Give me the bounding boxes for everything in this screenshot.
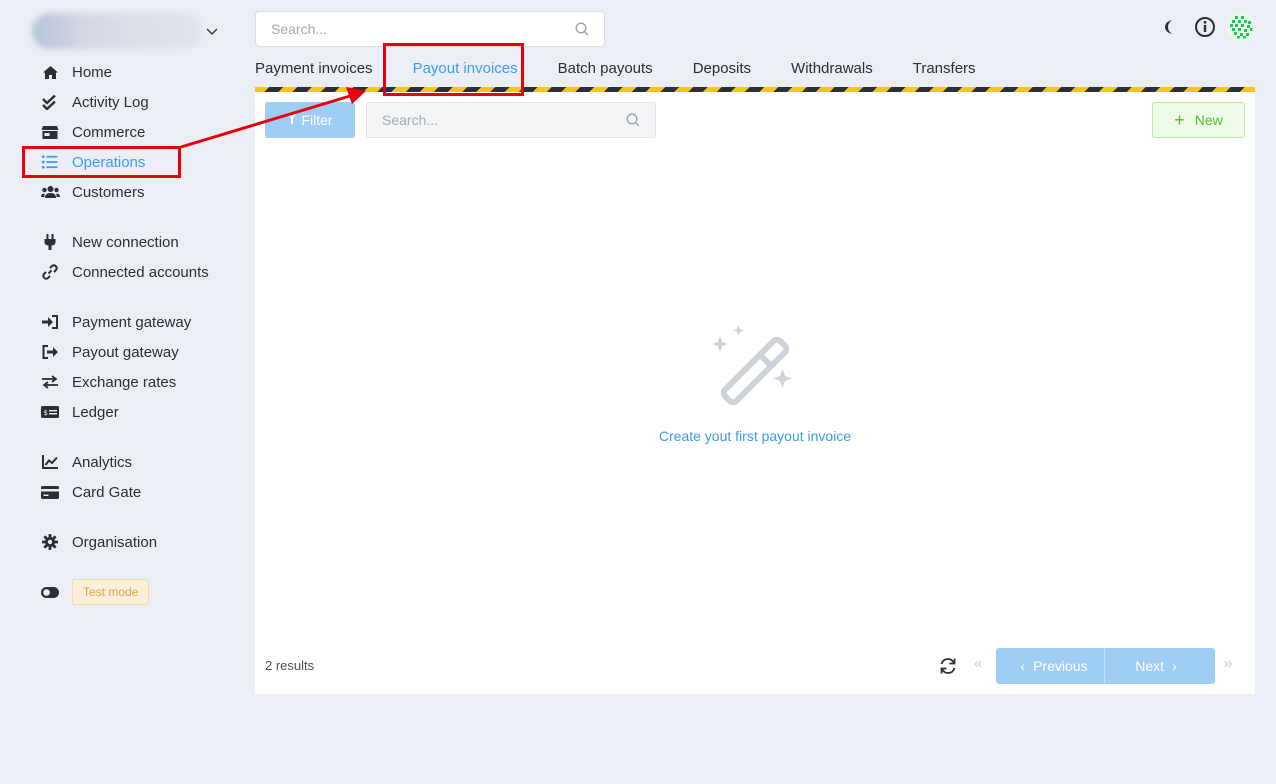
sidebar-item-label: Connected accounts bbox=[72, 263, 209, 281]
pagination: ‹ Previous Next › bbox=[996, 648, 1215, 684]
sidebar-item-organisation[interactable]: Organisation bbox=[40, 527, 157, 557]
tab-payout-invoices[interactable]: Payout invoices bbox=[410, 56, 520, 90]
operations-tabs: Payment invoices Payout invoices Batch p… bbox=[255, 56, 976, 90]
search-icon bbox=[626, 113, 640, 127]
gear-icon bbox=[40, 532, 60, 552]
sidebar-item-customers[interactable]: Customers bbox=[40, 177, 145, 207]
sidebar-item-payment-gateway[interactable]: Payment gateway bbox=[40, 307, 191, 337]
tab-payment-invoices[interactable]: Payment invoices bbox=[255, 56, 373, 88]
sidebar-item-label: Payout gateway bbox=[72, 343, 179, 361]
sidebar-item-card-gate[interactable]: Card Gate bbox=[40, 477, 141, 507]
tab-batch-payouts[interactable]: Batch payouts bbox=[558, 56, 653, 88]
filter-button[interactable]: Filter bbox=[265, 102, 355, 138]
empty-state: Create yout first payout invoice bbox=[255, 324, 1255, 446]
plus-icon: + bbox=[1174, 110, 1185, 130]
list-icon bbox=[40, 152, 60, 172]
new-button[interactable]: + New bbox=[1152, 102, 1245, 138]
sidebar-item-payout-gateway[interactable]: Payout gateway bbox=[40, 337, 179, 367]
plug-icon bbox=[40, 232, 60, 252]
svg-text:$: $ bbox=[44, 409, 48, 417]
sidebar-item-label: Commerce bbox=[72, 123, 146, 141]
sidebar-item-commerce[interactable]: Commerce bbox=[40, 117, 145, 147]
sidebar-item-analytics[interactable]: Analytics bbox=[40, 447, 132, 477]
exchange-icon bbox=[40, 372, 60, 392]
sidebar-item-label: Exchange rates bbox=[72, 373, 177, 391]
home-icon bbox=[40, 62, 60, 82]
tab-deposits[interactable]: Deposits bbox=[693, 56, 751, 88]
sidebar-item-label: Payment gateway bbox=[72, 313, 192, 331]
first-page-icon[interactable]: « bbox=[974, 655, 982, 672]
top-right-icons bbox=[1158, 12, 1256, 42]
account-switcher[interactable] bbox=[32, 12, 222, 50]
last-page-icon[interactable]: » bbox=[1224, 655, 1232, 672]
account-name-blurred bbox=[32, 13, 202, 49]
test-mode-toggle[interactable]: Test mode bbox=[40, 575, 150, 609]
double-check-icon bbox=[40, 92, 60, 112]
magic-wand-icon bbox=[712, 325, 792, 406]
sidebar-item-label: Operations bbox=[72, 153, 146, 171]
next-label: Next bbox=[1135, 658, 1165, 674]
credit-card-icon bbox=[40, 482, 60, 502]
chevron-down-icon bbox=[206, 28, 218, 36]
create-payout-invoice-link[interactable]: Create yout first payout invoice bbox=[659, 428, 851, 444]
sidebar-item-label: New connection bbox=[72, 233, 179, 251]
chart-line-icon bbox=[40, 452, 60, 472]
tab-withdrawals[interactable]: Withdrawals bbox=[791, 56, 873, 88]
tab-transfers[interactable]: Transfers bbox=[913, 56, 976, 88]
moon-icon[interactable] bbox=[1158, 16, 1180, 38]
sidebar-item-label: Home bbox=[72, 63, 113, 81]
sidebar-item-exchange-rates[interactable]: Exchange rates bbox=[40, 367, 176, 397]
sidebar-item-label: Analytics bbox=[72, 453, 133, 471]
chevron-right-icon: › bbox=[1172, 658, 1177, 674]
store-icon bbox=[40, 122, 60, 142]
sidebar-item-connected-accounts[interactable]: Connected accounts bbox=[40, 257, 209, 287]
users-icon bbox=[40, 182, 60, 202]
previous-label: Previous bbox=[1033, 658, 1088, 674]
avatar[interactable] bbox=[1226, 12, 1256, 42]
info-icon[interactable] bbox=[1194, 16, 1216, 38]
previous-page-button[interactable]: ‹ Previous bbox=[996, 648, 1105, 684]
sidebar-item-label: Activity Log bbox=[72, 93, 149, 111]
sidebar-item-ledger[interactable]: $ Ledger bbox=[40, 397, 119, 427]
sign-in-icon bbox=[40, 312, 60, 332]
panel-search[interactable] bbox=[366, 102, 656, 138]
chevron-left-icon: ‹ bbox=[1020, 658, 1026, 674]
toggle-icon bbox=[40, 582, 60, 602]
sidebar-item-label: Card Gate bbox=[72, 483, 142, 501]
link-icon bbox=[40, 262, 60, 282]
sign-out-icon bbox=[40, 342, 60, 362]
next-page-button[interactable]: Next › bbox=[1105, 648, 1215, 684]
sidebar-item-new-connection[interactable]: New connection bbox=[40, 227, 179, 257]
refresh-icon[interactable] bbox=[939, 657, 957, 675]
new-label: New bbox=[1194, 112, 1223, 128]
sidebar-item-label: Customers bbox=[72, 183, 145, 201]
filter-icon bbox=[287, 112, 298, 128]
sidebar-item-home[interactable]: Home bbox=[40, 57, 112, 87]
sidebar-item-label: Organisation bbox=[72, 533, 158, 551]
search-icon bbox=[575, 22, 589, 36]
results-count: 2 results bbox=[265, 658, 315, 673]
test-mode-badge: Test mode bbox=[72, 579, 150, 605]
global-search[interactable] bbox=[255, 11, 605, 47]
sidebar-item-activity-log[interactable]: Activity Log bbox=[40, 87, 149, 117]
filter-label: Filter bbox=[301, 112, 333, 128]
sidebar-item-operations[interactable]: Operations bbox=[40, 147, 145, 177]
payout-invoices-panel: Filter + New Create yout first payout in… bbox=[255, 92, 1255, 694]
panel-search-input[interactable] bbox=[382, 112, 626, 128]
ledger-icon: $ bbox=[40, 402, 60, 422]
global-search-input[interactable] bbox=[271, 21, 575, 37]
sidebar-item-label: Ledger bbox=[72, 403, 119, 421]
